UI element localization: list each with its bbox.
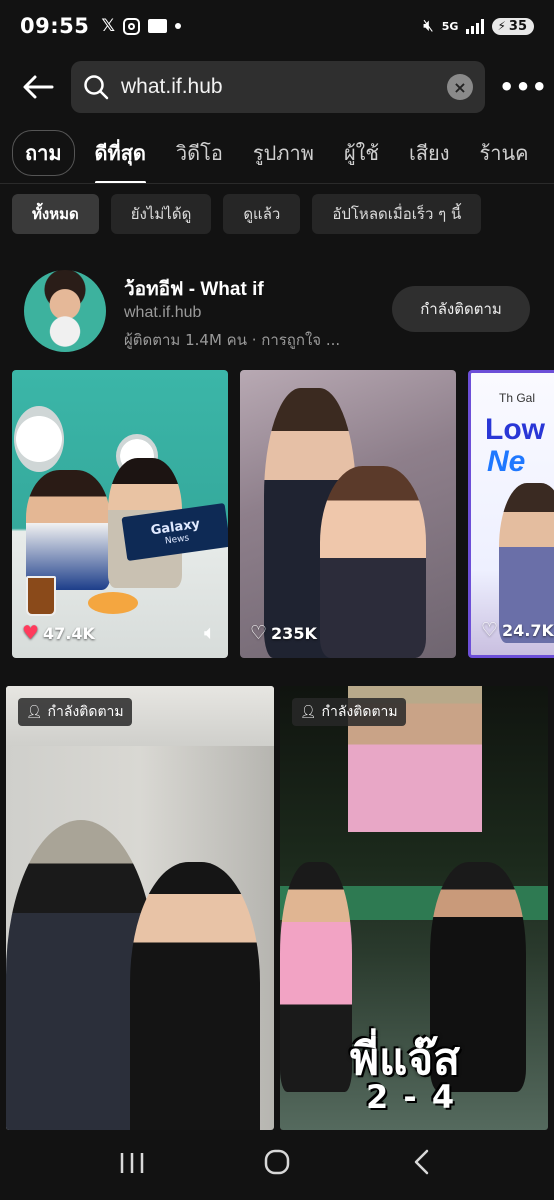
dot-icon (175, 23, 182, 29)
more-icon: ••• (499, 73, 549, 101)
battery-indicator: ⚡︎ 35 (492, 17, 534, 35)
charging-icon: ⚡︎ (497, 19, 506, 33)
following-badge: 👤︎ กำลังติดตาม (292, 698, 406, 726)
battery-level: 35 (508, 18, 527, 34)
filter-chips: ทั้งหมด ยังไม่ได้ดู ดูแล้ว อัปโหลดเมื่อเ… (0, 184, 554, 244)
mute-icon: 🔇︎ (423, 15, 434, 36)
search-icon (84, 75, 109, 100)
account-name: ว้อทอีฟ - What if (124, 279, 264, 300)
filter-all[interactable]: ทั้งหมด (12, 194, 99, 234)
tab-videos[interactable]: วิดีโอ (176, 122, 223, 183)
more-options-button[interactable]: ••• (499, 73, 548, 101)
tab-top[interactable]: ดีที่สุด (94, 122, 147, 183)
back-nav-icon (414, 1149, 428, 1174)
like-count: ♥ 47.4K (22, 622, 95, 644)
search-tabs: ถาม ดีที่สุด วิดีโอ รูปภาพ ผู้ใช้ เสียง … (0, 122, 554, 184)
following-badge: 👤︎ กำลังติดตาม (18, 698, 132, 726)
search-query[interactable]: what.if.hub (121, 75, 447, 99)
home-button[interactable] (247, 1149, 307, 1182)
person-figure (320, 466, 426, 658)
video-overlay-score: 2 - 4 (366, 1078, 457, 1116)
following-button[interactable]: กำลังติดตาม (392, 286, 530, 332)
network-indicator: 5G (441, 19, 459, 33)
filter-unwatched[interactable]: ยังไม่ได้ดู (110, 194, 212, 234)
drink-cup (26, 576, 56, 616)
notification-icons: 𝕏 (101, 15, 182, 36)
thumbnail-brand: Th Gal (499, 391, 536, 405)
home-icon (264, 1149, 290, 1174)
user-icon: 👤︎ (26, 704, 43, 720)
account-stats: ผู้ติดตาม 1.4M คน · การถูกใจ ... (124, 331, 341, 349)
recent-apps-icon (121, 1152, 144, 1173)
avatar[interactable] (24, 270, 106, 352)
results-grid: 👤︎ กำลังติดตาม 👤︎ กำลังติดตาม พี่แจ๊ส 2 … (0, 672, 554, 1130)
status-bar: 09:55 𝕏 🔇︎ 5G ⚡︎ 35 (0, 0, 554, 52)
sound-icon[interactable]: 🔈︎ (204, 620, 216, 644)
sign-subtitle: News (164, 532, 190, 547)
like-count-value: 235K (271, 623, 317, 643)
following-badge-label: กำลังติดตาม (321, 704, 398, 720)
filter-watched[interactable]: ดูแล้ว (223, 194, 301, 234)
video-thumbnail[interactable]: Galaxy News ♥ 47.4K 🔈︎ (12, 370, 228, 658)
status-time: 09:55 (20, 14, 90, 38)
heart-outline-icon: ♡ (481, 619, 499, 641)
tab-photos[interactable]: รูปภาพ (253, 122, 314, 183)
window-decor (14, 406, 64, 472)
person-figure (280, 862, 352, 1092)
account-result[interactable]: ว้อทอีฟ - What if what.if.hub ผู้ติดตาม … (0, 244, 554, 368)
tab-sounds[interactable]: เสียง (409, 122, 450, 183)
heart-outline-icon: ♡ (250, 622, 268, 644)
signal-icon (466, 18, 485, 34)
search-header: what.if.hub × ••• (0, 52, 554, 122)
like-count-value: 24.7K (502, 620, 554, 640)
tab-ask[interactable]: ถาม (12, 129, 75, 176)
folder-icon (148, 19, 168, 33)
back-nav-button[interactable] (392, 1149, 452, 1182)
clear-icon: × (453, 77, 467, 97)
like-count: ♡ 24.7K (481, 619, 554, 641)
system-nav-bar (0, 1130, 554, 1200)
thumbnail-headline-2: Ne (487, 445, 526, 478)
user-icon: 👤︎ (300, 704, 317, 720)
person-figure (26, 470, 110, 590)
filter-recent[interactable]: อัปโหลดเมื่อเร็ว ๆ นี้ (312, 194, 482, 234)
back-button[interactable] (8, 57, 68, 117)
tab-shop[interactable]: ร้านค (480, 122, 529, 183)
heart-filled-icon: ♥ (22, 622, 40, 644)
back-arrow-icon (23, 75, 54, 99)
account-videos-strip: Galaxy News ♥ 47.4K 🔈︎ ♡ 235K Th Gal Low… (0, 368, 554, 672)
account-handle: what.if.hub (124, 304, 202, 321)
search-input[interactable]: what.if.hub × (71, 61, 485, 113)
recent-apps-button[interactable] (102, 1149, 162, 1182)
tab-users[interactable]: ผู้ใช้ (344, 122, 379, 183)
x-icon: 𝕏 (101, 15, 116, 36)
person-figure (130, 862, 260, 1130)
like-count-value: 47.4K (43, 623, 95, 643)
instagram-icon (123, 17, 141, 35)
grid-video[interactable]: 👤︎ กำลังติดตาม (6, 686, 274, 1130)
video-thumbnail[interactable]: ♡ 235K (240, 370, 456, 658)
video-thumbnail[interactable]: Th Gal Low Ne ♡ 24.7K (468, 370, 554, 658)
like-count: ♡ 235K (250, 622, 317, 644)
thumbnail-headline: Low (485, 413, 545, 446)
dessert-plate (88, 592, 138, 614)
clear-search-button[interactable]: × (447, 74, 473, 100)
grid-video[interactable]: 👤︎ กำลังติดตาม พี่แจ๊ส 2 - 4 (280, 686, 548, 1130)
following-badge-label: กำลังติดตาม (47, 704, 124, 720)
